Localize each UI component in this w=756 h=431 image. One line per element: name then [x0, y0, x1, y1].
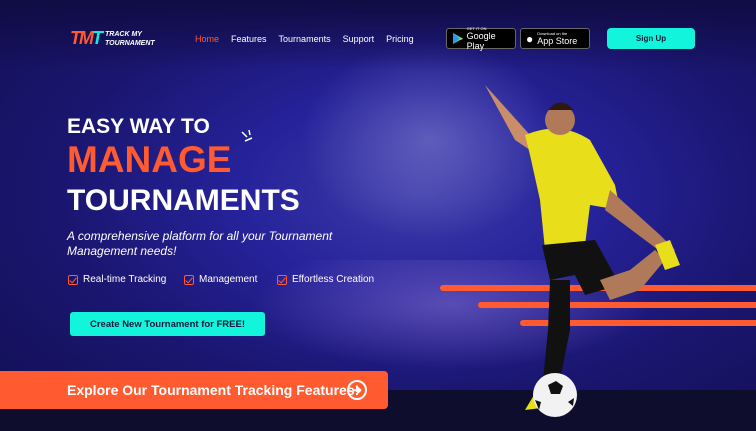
logo-mark: TM	[70, 28, 94, 48]
checkbox-icon	[277, 274, 287, 285]
google-play-label: Google Play	[466, 31, 496, 51]
app-store-button[interactable]: ● Download on the App Store	[520, 28, 590, 49]
hero-line3: TOURNAMENTS	[67, 184, 300, 217]
main-menu: Home Features Tournaments Support Pricin…	[195, 34, 426, 44]
checkbox-icon	[68, 274, 78, 285]
feature-item: Effortless Creation	[277, 274, 374, 285]
logo-line2: TOURNAMENT	[105, 39, 155, 47]
nav-tournaments[interactable]: Tournaments	[279, 34, 331, 44]
sign-up-button[interactable]: Sign Up	[607, 28, 695, 49]
explore-label: Explore Our Tournament Tracking Features…	[67, 382, 360, 398]
nav-pricing[interactable]: Pricing	[386, 34, 414, 44]
create-tournament-button[interactable]: Create New Tournament for FREE!	[70, 312, 265, 336]
brand-logo[interactable]: TMT TRACK MY TOURNAMENT	[70, 28, 155, 49]
nav-home[interactable]: Home	[195, 34, 219, 44]
nav-support[interactable]: Support	[343, 34, 375, 44]
arrow-right-circle-icon[interactable]: ➜	[347, 380, 367, 400]
feature-label: Effortless Creation	[292, 274, 375, 285]
checkbox-icon	[184, 274, 194, 285]
hero-line2: MANAGE	[67, 139, 232, 180]
top-navbar: TMT TRACK MY TOURNAMENT Home Features Tou…	[0, 0, 756, 70]
logo-line1: TRACK MY	[105, 30, 142, 38]
feature-item: Management	[184, 274, 277, 285]
google-play-button[interactable]: GET IT ON Google Play	[446, 26, 516, 51]
logo-mark-2: T	[92, 28, 103, 48]
sparkle-lines-icon	[241, 129, 253, 142]
nav-features[interactable]: Features	[231, 34, 267, 44]
apple-icon: ●	[526, 31, 534, 46]
football-player-image	[485, 85, 680, 417]
app-store-label: App Store	[537, 36, 578, 46]
feature-item: Real-time Tracking	[68, 274, 184, 285]
feature-label: Real-time Tracking	[83, 274, 167, 285]
feature-list: Real-time Tracking Management Effortless…	[68, 274, 374, 285]
explore-features-banner[interactable]: Explore Our Tournament Tracking Features…	[0, 371, 388, 409]
hero-subtitle: A comprehensive platform for all your To…	[67, 229, 333, 258]
hero-line1: EASY WAY TO	[67, 115, 210, 138]
feature-label: Management	[199, 274, 258, 285]
google-play-icon	[453, 33, 463, 44]
hero-section: TMT TRACK MY TOURNAMENT Home Features Tou…	[0, 0, 756, 431]
